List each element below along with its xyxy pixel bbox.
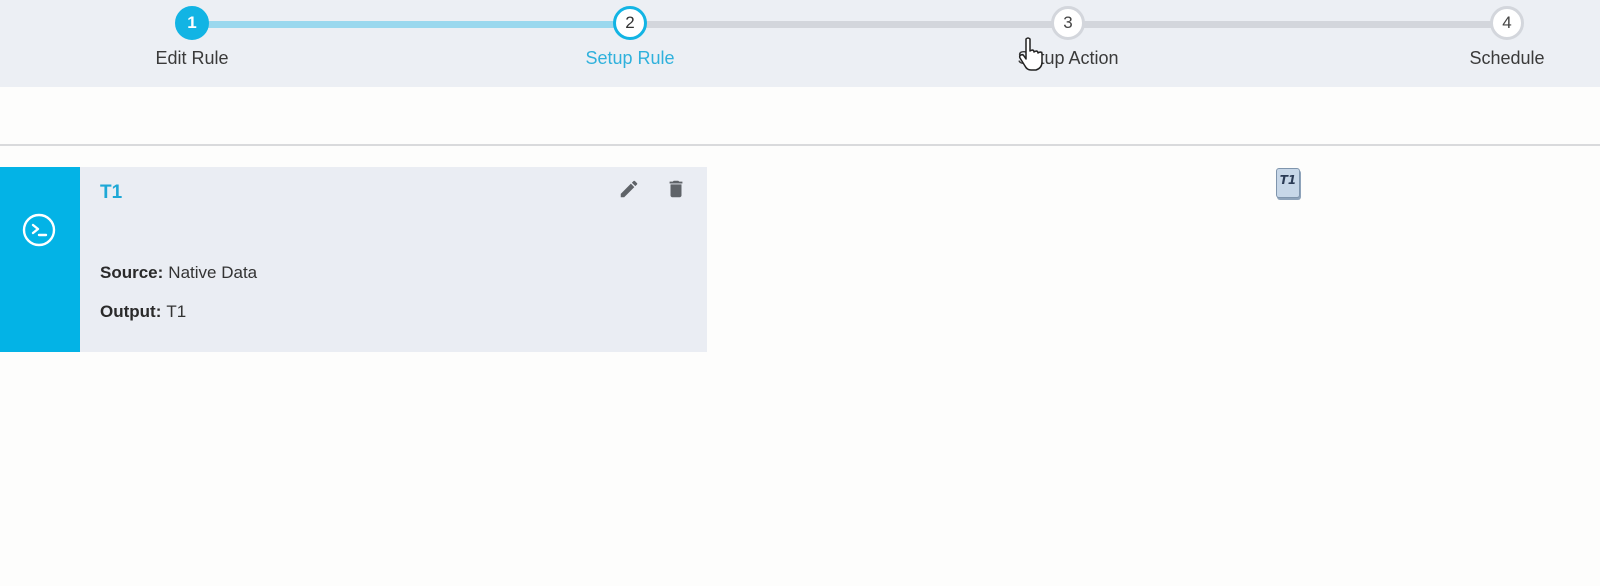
trash-icon: [669, 180, 683, 198]
rule-source: Source: Native Data: [100, 263, 257, 283]
source-label: Source:: [100, 263, 164, 282]
step-number: 3: [1051, 6, 1085, 40]
step-label: Edit Rule: [155, 48, 229, 68]
step-number: 4: [1490, 6, 1524, 40]
rule-card[interactable]: T1 Source: Native Data Output: T1: [0, 167, 707, 352]
step-setup-action[interactable]: 3 Setup Action: [978, 0, 1158, 69]
output-value: T1: [166, 302, 187, 321]
edit-button[interactable]: [617, 177, 641, 201]
pencil-icon: [620, 180, 638, 198]
step-number: 1: [175, 6, 209, 40]
step-setup-rule[interactable]: 2 Setup Rule: [540, 0, 720, 69]
rule-output: Output: T1: [100, 302, 186, 322]
rule-title[interactable]: T1: [100, 182, 122, 204]
step-label: Setup Rule: [585, 48, 675, 68]
step-edit-rule[interactable]: 1 Edit Rule: [102, 0, 282, 69]
step-label: Schedule: [1469, 48, 1545, 68]
terminal-circle-icon: [22, 213, 56, 247]
hand-cursor-icon: [1018, 37, 1043, 71]
step-number: 2: [613, 6, 647, 40]
step-label: Setup Action: [1017, 48, 1119, 68]
wizard-stepper: 1 Edit Rule 2 Setup Rule 3 Setup Action …: [0, 0, 1600, 87]
rule-card-accent: [0, 167, 80, 352]
t1-chip[interactable]: T1: [1276, 168, 1300, 198]
step-schedule[interactable]: 4 Schedule: [1447, 0, 1567, 69]
output-label: Output:: [100, 302, 162, 321]
section-divider: [0, 144, 1600, 146]
source-value: Native Data: [168, 263, 258, 282]
delete-button[interactable]: [664, 177, 688, 201]
